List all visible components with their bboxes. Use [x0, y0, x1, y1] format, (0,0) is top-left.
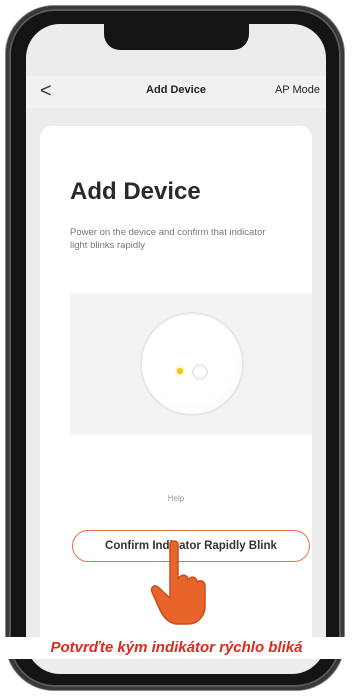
device-image — [142, 314, 242, 414]
card-title: Add Device — [70, 178, 201, 205]
indicator-light-icon — [177, 368, 183, 374]
card-description: Power on the device and confirm that ind… — [70, 227, 266, 251]
device-illustration — [70, 294, 312, 434]
device-button-icon — [192, 364, 208, 380]
instruction-caption: Potvrďte kým indikátor rýchlo bliká — [0, 637, 353, 659]
help-link[interactable]: Help — [40, 494, 312, 503]
top-navigation-bar: < Add Device AP Mode — [26, 76, 326, 108]
pointing-hand-icon — [150, 540, 206, 625]
phone-notch — [104, 24, 249, 50]
ap-mode-link[interactable]: AP Mode — [275, 84, 320, 96]
